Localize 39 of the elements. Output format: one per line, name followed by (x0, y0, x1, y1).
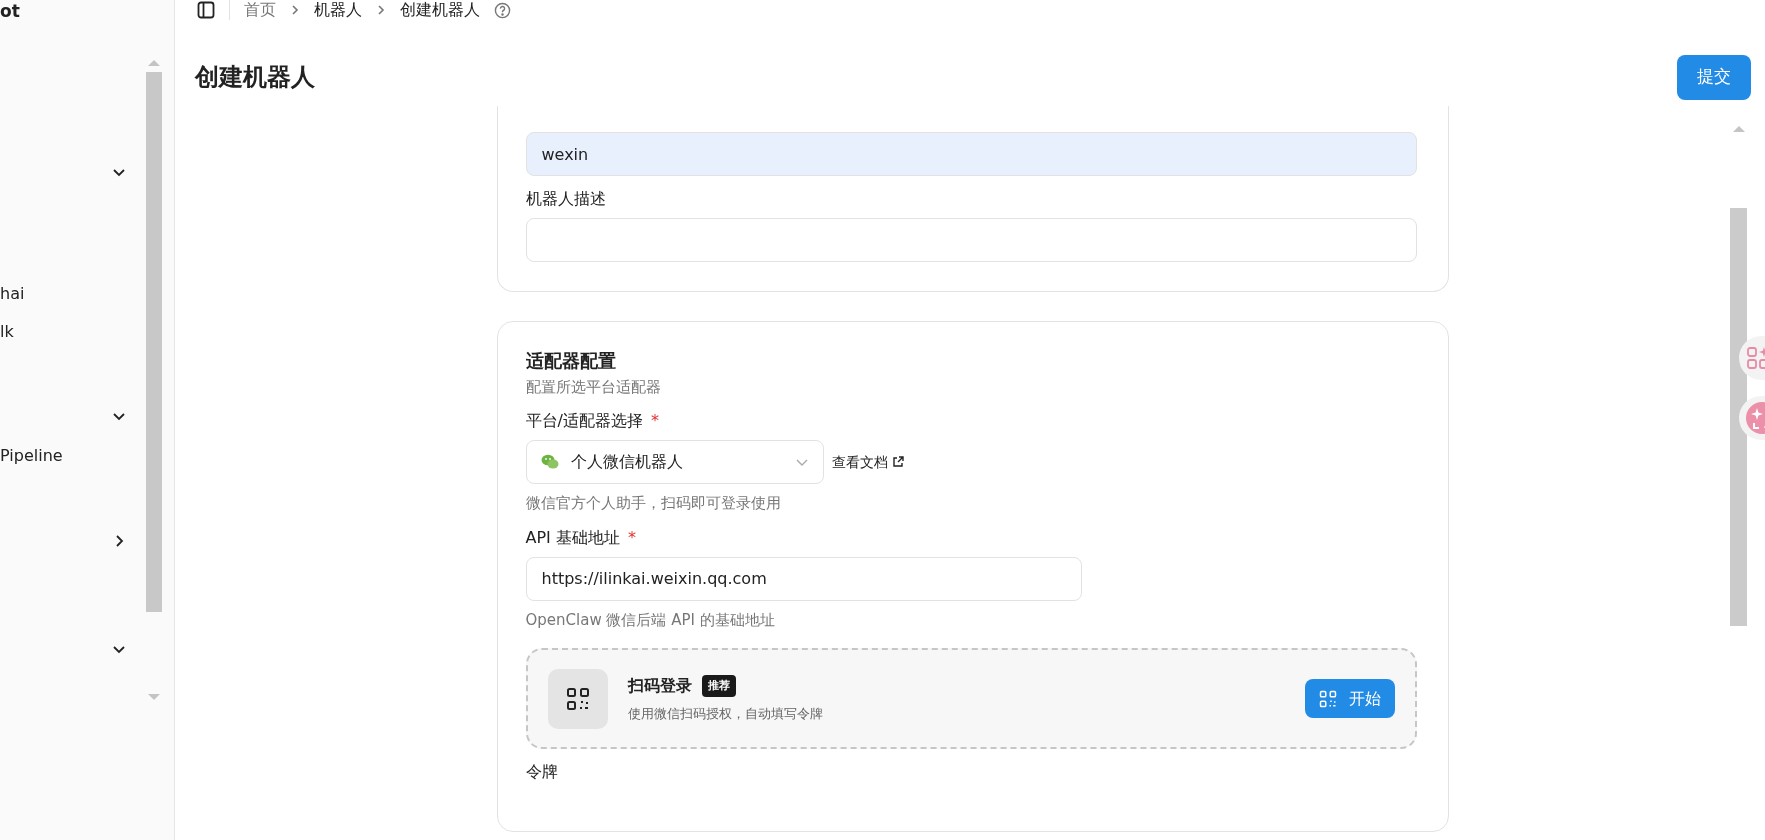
qr-code-icon (547, 668, 608, 729)
scan-login-description: 使用微信扫码授权，自动填写令牌 (627, 704, 823, 723)
page-title: 创建机器人 (195, 62, 315, 92)
start-button[interactable]: 开始 (1304, 679, 1395, 719)
recommended-tag: 推荐 (701, 674, 736, 698)
chevron-right-icon (376, 4, 386, 16)
sidebar-item[interactable]: lk (0, 320, 14, 344)
section-subtitle: 配置所选平台适配器 (525, 376, 662, 398)
sidebar-item[interactable]: Pipeline (0, 444, 63, 468)
help-text: OpenClaw 微信后端 API 的基础地址 (525, 609, 776, 631)
chevron-down-icon (794, 457, 809, 468)
required-asterisk: * (650, 411, 659, 431)
scrollbar[interactable] (145, 60, 163, 700)
required-asterisk: * (627, 527, 636, 547)
input-field[interactable]: wexin (525, 132, 1417, 176)
breadcrumb-link[interactable]: 首页 (244, 0, 276, 22)
sidebar-brand: ot (0, 2, 20, 20)
section-title: 适配器配置 (525, 350, 617, 372)
sidebar-item[interactable]: hai (0, 282, 25, 306)
help-text: 微信官方个人助手，扫码即可登录使用 (525, 493, 782, 515)
field-label: API 基础地址 (525, 526, 620, 549)
chevron-right-icon (290, 4, 300, 16)
field-label: 机器人描述 (525, 188, 606, 210)
external-link-icon (891, 456, 904, 469)
breadcrumb-link[interactable]: 机器人 (314, 0, 362, 22)
input-field[interactable]: https://ilinkai.weixin.qq.com (525, 556, 1082, 601)
sidebar-toggle-icon[interactable] (197, 1, 215, 19)
field-label: 令牌 (525, 761, 558, 784)
docs-link[interactable]: 查看文档 (831, 451, 904, 473)
help-icon[interactable] (494, 1, 511, 19)
submit-button[interactable]: 提交 (1677, 54, 1751, 100)
grid-sparkle-icon (1746, 346, 1765, 370)
platform-select[interactable]: 个人微信机器人 (525, 440, 824, 485)
chat-bubbles-icon (540, 454, 559, 471)
input-field[interactable] (525, 218, 1417, 262)
scan-login-title: 扫码登录 (627, 674, 692, 697)
field-label: 平台/适配器选择 (525, 410, 643, 433)
qr-code-icon (1318, 689, 1337, 708)
breadcrumb-link[interactable]: 创建机器人 (400, 0, 480, 22)
